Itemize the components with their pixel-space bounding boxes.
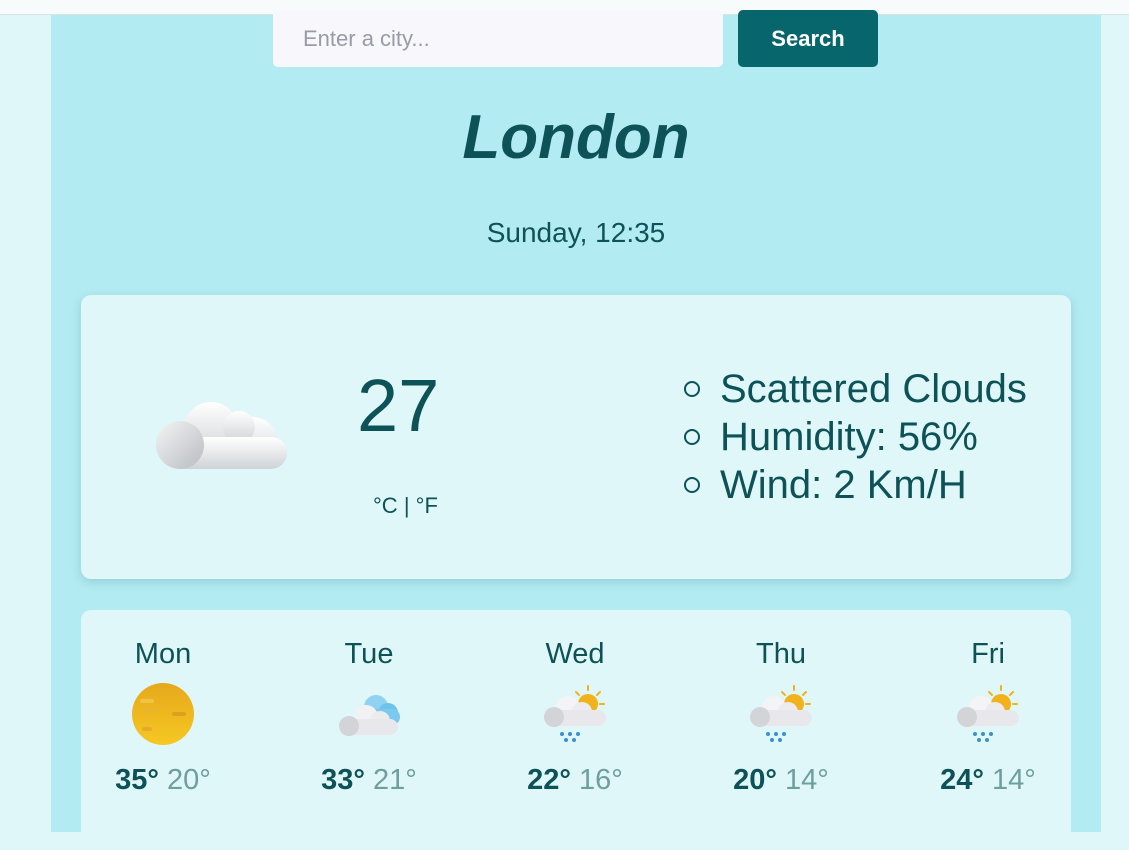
forecast-day-name: Thu: [756, 638, 806, 670]
bullet-icon: [684, 429, 700, 445]
rain-sun-icon: [918, 682, 1058, 746]
forecast-temps: 35° 20°: [93, 764, 233, 797]
high-temp: 33°: [321, 764, 365, 796]
high-temp: 20°: [733, 764, 777, 796]
detail-wind: Wind: 2 Km/H: [684, 461, 1027, 509]
detail-text: Scattered Clouds: [720, 366, 1027, 411]
city-search-input[interactable]: [273, 10, 723, 67]
high-temp: 35°: [115, 764, 159, 796]
forecast-temps: 22° 16°: [505, 764, 645, 797]
city-name: London: [462, 103, 690, 172]
rain-sun-icon: [505, 682, 645, 746]
weather-details: Scattered Clouds Humidity: 56% Wind: 2 K…: [684, 365, 1027, 509]
high-temp: 22°: [527, 764, 571, 796]
detail-text: Humidity: 56%: [720, 414, 978, 459]
forecast-temps: 20° 14°: [711, 764, 851, 797]
fahrenheit-link[interactable]: °F: [416, 493, 438, 518]
current-temperature: 27: [357, 364, 440, 447]
forecast-day: Fri 24° 14°: [918, 638, 1058, 797]
detail-humidity: Humidity: 56%: [684, 413, 1027, 461]
forecast-day-name: Tue: [344, 638, 394, 670]
date-time: Sunday, 12:35: [486, 217, 666, 248]
forecast-day-name: Wed: [545, 638, 605, 670]
bullet-icon: [684, 477, 700, 493]
forecast-day-name: Mon: [134, 638, 192, 670]
celsius-link[interactable]: °C: [373, 493, 398, 518]
forecast-day: Tue 33° 21°: [299, 638, 439, 797]
cloud-icon: [153, 397, 293, 482]
high-temp: 24°: [940, 764, 984, 796]
cloudy-icon: [299, 682, 439, 746]
forecast-card: Mon 35° 20° Tue 33° 21° Wed 22° 16° Thu …: [81, 610, 1071, 850]
low-temp: 14°: [785, 764, 829, 796]
forecast-day: Thu 20° 14°: [711, 638, 851, 797]
forecast-temps: 24° 14°: [918, 764, 1058, 797]
forecast-day: Wed 22° 16°: [505, 638, 645, 797]
detail-text: Wind: 2 Km/H: [720, 462, 967, 507]
unit-toggle: °C | °F: [373, 493, 438, 519]
low-temp: 14°: [992, 764, 1036, 796]
forecast-temps: 33° 21°: [299, 764, 439, 797]
forecast-day: Mon 35° 20°: [93, 638, 233, 797]
low-temp: 16°: [579, 764, 623, 796]
unit-separator: |: [403, 493, 410, 518]
current-weather-card: 27 °C | °F Scattered Clouds Humidity: 56…: [81, 295, 1071, 579]
detail-description: Scattered Clouds: [684, 365, 1027, 413]
rain-sun-icon: [711, 682, 851, 746]
search-button[interactable]: Search: [738, 10, 878, 67]
forecast-day-name: Fri: [971, 638, 1005, 670]
weather-app: Search London Sunday, 12:35: [51, 10, 1101, 850]
sun-icon: [93, 682, 233, 746]
bullet-icon: [684, 381, 700, 397]
low-temp: 20°: [167, 764, 211, 796]
low-temp: 21°: [373, 764, 417, 796]
